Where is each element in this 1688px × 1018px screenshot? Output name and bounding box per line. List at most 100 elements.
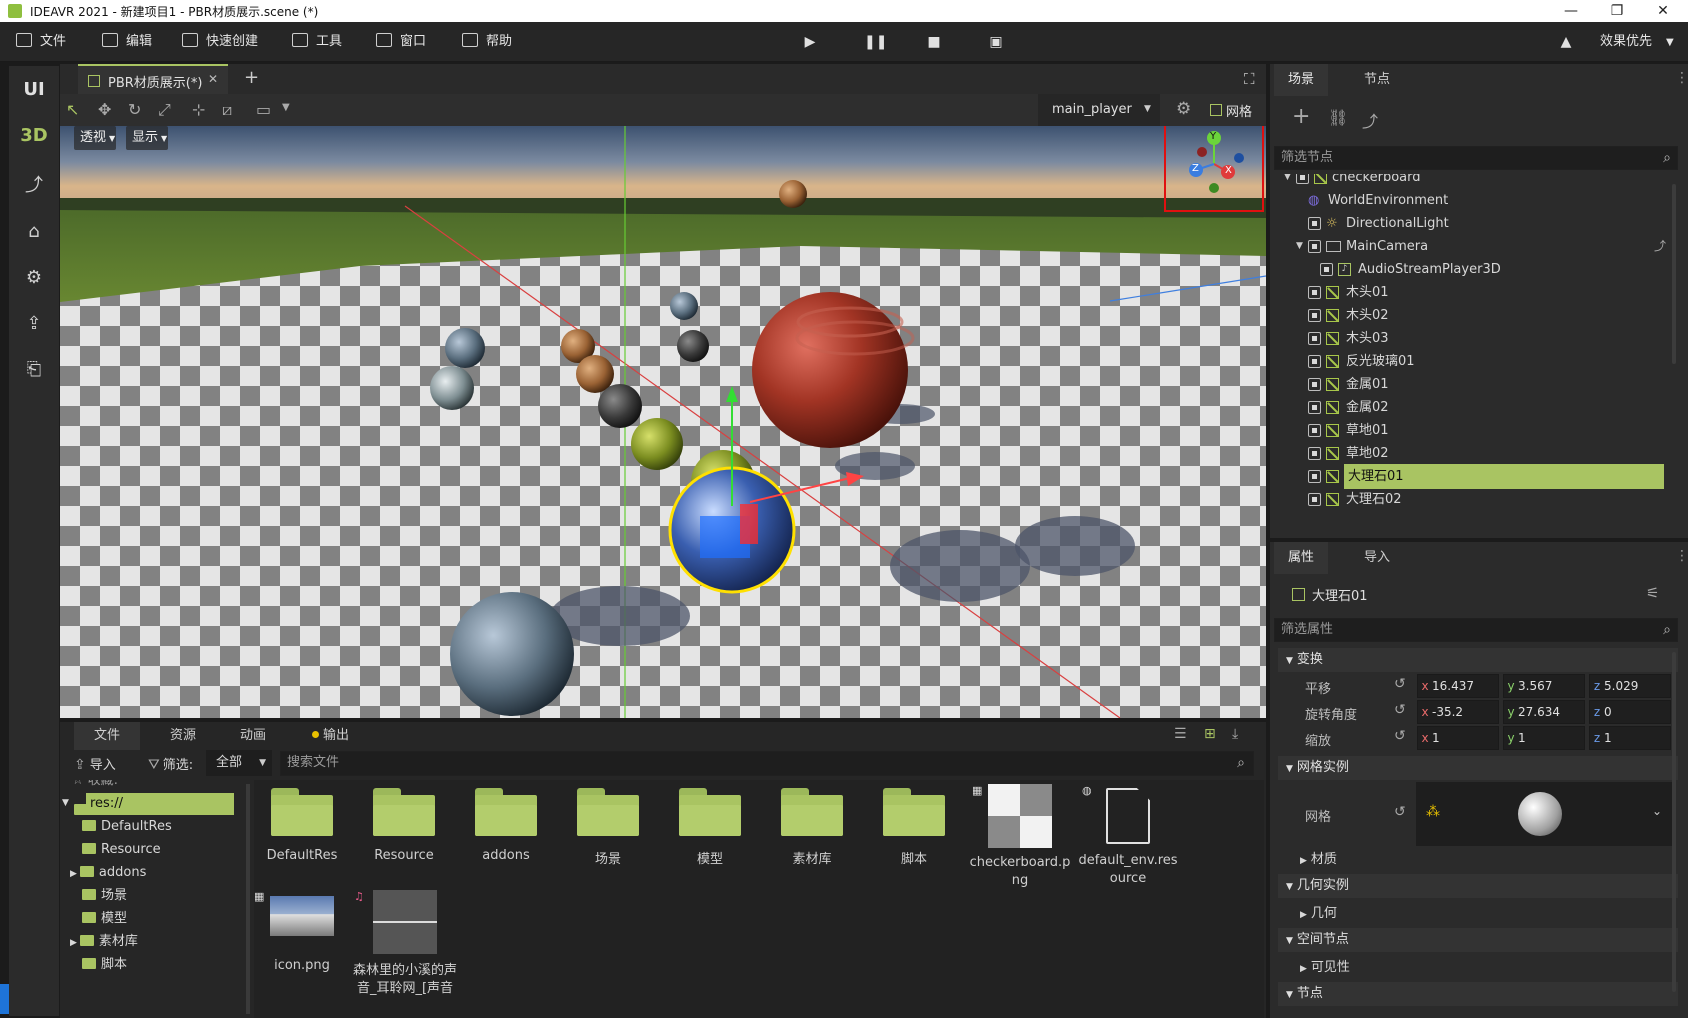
- visibility-icon[interactable]: [1308, 378, 1321, 391]
- file-item-image[interactable]: ▦ icon.png: [254, 890, 350, 973]
- reset-icon[interactable]: ↺: [1394, 702, 1406, 718]
- chevron-down-icon[interactable]: ⌄: [1652, 804, 1662, 818]
- visibility-icon[interactable]: [1308, 332, 1321, 345]
- document-import-icon[interactable]: ⎗: [9, 350, 59, 390]
- display-button[interactable]: 显示 ▼: [126, 126, 168, 150]
- scene-tab[interactable]: PBR材质展示(*) ✕: [78, 64, 228, 94]
- tab-output[interactable]: 输出: [292, 722, 369, 750]
- mesh-resource-picker[interactable]: ⁂ ⌄: [1416, 782, 1672, 846]
- rotation-z-field[interactable]: z0: [1589, 700, 1671, 724]
- movie-clapper-icon[interactable]: ▣: [988, 34, 1004, 50]
- scale-y-field[interactable]: y1: [1503, 726, 1585, 750]
- move-tool-icon[interactable]: ✥: [98, 100, 111, 119]
- file-tree-row[interactable]: ▶ 素材库: [70, 929, 244, 954]
- section-material[interactable]: ▶ 材质: [1300, 848, 1337, 867]
- tree-row[interactable]: ◍ WorldEnvironment: [1274, 188, 1670, 213]
- maximize-button[interactable]: ❐: [1594, 0, 1640, 22]
- link-icon[interactable]: ⛓: [1328, 108, 1348, 127]
- file-item-folder[interactable]: 场景: [560, 788, 656, 867]
- sliders-icon[interactable]: ⚟: [1646, 584, 1659, 602]
- path-node-icon[interactable]: ⤴: [9, 166, 59, 206]
- menu-tools[interactable]: 工具: [292, 31, 342, 53]
- play-icon[interactable]: ▶: [802, 34, 818, 50]
- file-tree-row[interactable]: 脚本: [82, 952, 244, 977]
- pause-icon[interactable]: ❚❚: [864, 34, 887, 50]
- scale-x-field[interactable]: x1: [1417, 726, 1499, 750]
- tab-close-icon[interactable]: ✕: [208, 72, 218, 86]
- file-item-folder[interactable]: Resource: [356, 788, 452, 863]
- 3d-mode-button[interactable]: 3D: [9, 116, 59, 156]
- file-search-input[interactable]: 搜索文件 ⌕: [280, 751, 1254, 776]
- file-item-image[interactable]: ▦ checkerboard.png: [968, 784, 1072, 890]
- tree-row[interactable]: 金属02: [1274, 395, 1670, 420]
- snap-tool-icon[interactable]: ⧄: [222, 100, 232, 120]
- visibility-icon[interactable]: [1320, 263, 1333, 276]
- scene-tree-scrollbar[interactable]: [1672, 184, 1676, 364]
- script-attached-icon[interactable]: ⤴: [1654, 234, 1666, 259]
- file-tree-row[interactable]: Resource: [82, 837, 244, 862]
- file-item-folder[interactable]: addons: [458, 788, 554, 863]
- file-tree-row[interactable]: 场景: [82, 883, 244, 908]
- perspective-button[interactable]: 透视 ▼: [74, 126, 116, 150]
- visibility-icon[interactable]: [1308, 240, 1321, 253]
- visibility-icon[interactable]: [1308, 470, 1321, 483]
- visibility-icon[interactable]: [1296, 174, 1309, 184]
- file-item-audio[interactable]: ♫ 森林里的小溪的声音_耳聆网_[声音: [350, 890, 460, 998]
- menu-window[interactable]: 窗口: [376, 31, 426, 53]
- chevron-down-icon[interactable]: ▼: [282, 102, 290, 113]
- section-geometry[interactable]: ▶ 几何: [1300, 902, 1337, 921]
- menu-help[interactable]: 帮助: [462, 31, 512, 53]
- file-item-resource[interactable]: ◍ default_env.resource: [1076, 784, 1180, 888]
- add-tab-button[interactable]: +: [244, 67, 259, 88]
- quality-dropdown[interactable]: 效果优先 ▼: [1600, 31, 1674, 53]
- section-mesh-instance[interactable]: ▼ 网格实例: [1278, 756, 1678, 780]
- section-spatial[interactable]: ▼ 空间节点: [1278, 928, 1678, 952]
- pivot-tool-icon[interactable]: ⊹: [192, 100, 205, 119]
- tree-row[interactable]: 草地02: [1274, 441, 1670, 466]
- file-item-folder[interactable]: 素材库: [764, 788, 860, 867]
- script-node-icon[interactable]: ⤴: [1362, 108, 1378, 132]
- translation-y-field[interactable]: y 3.567: [1503, 674, 1585, 698]
- file-item-folder[interactable]: 模型: [662, 788, 758, 867]
- close-button[interactable]: ✕: [1640, 0, 1686, 22]
- visibility-icon[interactable]: [1308, 286, 1321, 299]
- tab-files[interactable]: 文件: [74, 722, 141, 750]
- import-button[interactable]: ⇪ 导入: [74, 754, 116, 773]
- download-icon[interactable]: ⤓: [1232, 726, 1238, 742]
- tab-import[interactable]: 导入: [1350, 542, 1404, 574]
- rotation-y-field[interactable]: y 27.634: [1503, 700, 1585, 724]
- tree-row[interactable]: 木头01: [1274, 280, 1670, 305]
- file-item-folder[interactable]: DefaultRes: [254, 788, 350, 863]
- minimize-button[interactable]: —: [1548, 0, 1594, 22]
- tree-row[interactable]: ▼ MainCamera ⤴: [1274, 234, 1670, 259]
- rotation-x-field[interactable]: x -35.2: [1417, 700, 1499, 724]
- menu-file[interactable]: 文件: [16, 31, 66, 53]
- file-item-folder[interactable]: 脚本: [866, 788, 962, 867]
- tree-row[interactable]: ☼ DirectionalLight: [1274, 211, 1670, 236]
- tree-row[interactable]: 木头02: [1274, 303, 1670, 328]
- export-icon[interactable]: ⇪: [9, 304, 59, 344]
- reset-icon[interactable]: ↺: [1394, 804, 1406, 820]
- menu-quick-create[interactable]: 快速创建: [182, 31, 258, 53]
- visibility-icon[interactable]: [1308, 424, 1321, 437]
- tree-row[interactable]: 金属01: [1274, 372, 1670, 397]
- file-tree-row[interactable]: DefaultRes: [82, 814, 244, 839]
- tree-row[interactable]: 草地01: [1274, 418, 1670, 443]
- tab-node[interactable]: 节点: [1350, 64, 1404, 96]
- section-transform[interactable]: ▼ 变换: [1278, 648, 1678, 672]
- file-tree-row[interactable]: ▶ addons: [70, 860, 244, 885]
- list-view-icon[interactable]: ☰: [1174, 726, 1187, 742]
- inspector-scrollbar[interactable]: [1672, 652, 1676, 992]
- filter-select[interactable]: 全部 ▼: [206, 750, 272, 776]
- scale-z-field[interactable]: z1: [1589, 726, 1671, 750]
- visibility-icon[interactable]: [1308, 309, 1321, 322]
- tree-row[interactable]: ♪ AudioStreamPlayer3D: [1274, 257, 1670, 282]
- tree-row[interactable]: 反光玻璃01: [1274, 349, 1670, 374]
- file-tree-scrollbar[interactable]: [246, 784, 250, 1014]
- node-filter-input[interactable]: 筛选节点 ⌕: [1274, 146, 1678, 170]
- scale-tool-icon[interactable]: ⤢: [158, 100, 171, 120]
- grid-view-icon[interactable]: ⊞: [1204, 726, 1216, 742]
- reset-icon[interactable]: ↺: [1394, 728, 1406, 744]
- visibility-icon[interactable]: [1308, 355, 1321, 368]
- translation-z-field[interactable]: z 5.029: [1589, 674, 1671, 698]
